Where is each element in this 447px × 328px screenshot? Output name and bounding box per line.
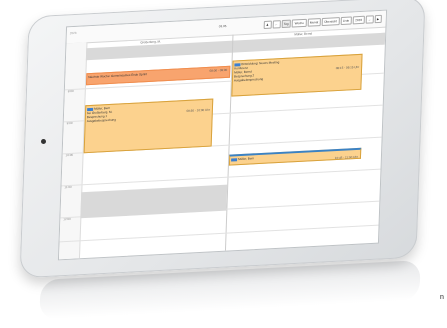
toolbar-buttons: ♟ ← Tag Woche Monat Übersicht Liste 2023… <box>263 14 382 30</box>
tag-icon <box>231 157 238 162</box>
calendar-screen: 2023 03.05. ♟ ← Tag Woche Monat Übersich… <box>57 9 388 261</box>
camera-icon <box>41 139 46 144</box>
blocked-time <box>80 184 228 219</box>
month-view-button[interactable]: Monat <box>307 18 321 27</box>
event-time: 10:45 - 11:00 Uhr <box>334 154 359 161</box>
list-view-button[interactable]: Liste <box>340 16 352 26</box>
date-title: 03.05. <box>218 23 228 29</box>
overview-button[interactable]: Übersicht <box>321 17 340 26</box>
year-label: 2023 <box>69 30 77 36</box>
grid-line <box>59 224 379 243</box>
user-button[interactable]: ♟ <box>263 20 272 30</box>
event-left-mid[interactable]: Müller, Bern bei Großerberg, M. Besprech… <box>83 98 214 154</box>
day-view-button[interactable]: Tag <box>281 19 292 29</box>
event-right-bottom[interactable]: Müller, Bern 10:45 - 11:00 Uhr <box>228 147 362 166</box>
print-button[interactable]: ▶ <box>374 14 382 24</box>
event-time: 08:00 - 09:00 <box>209 67 228 73</box>
prev-button[interactable]: ← <box>272 20 281 29</box>
grid-line <box>61 168 381 187</box>
week-view-button[interactable]: Woche <box>291 18 307 28</box>
event-title: Nächste Woche: Gemeinsames Ende Sprint <box>88 72 147 80</box>
caption-text: n <box>440 294 444 301</box>
next-button[interactable]: → <box>365 15 374 24</box>
year-button[interactable]: 2023 <box>352 15 365 25</box>
event-right-top[interactable]: Entwicklung: Neues Meeting Konferenz Mül… <box>231 53 363 97</box>
